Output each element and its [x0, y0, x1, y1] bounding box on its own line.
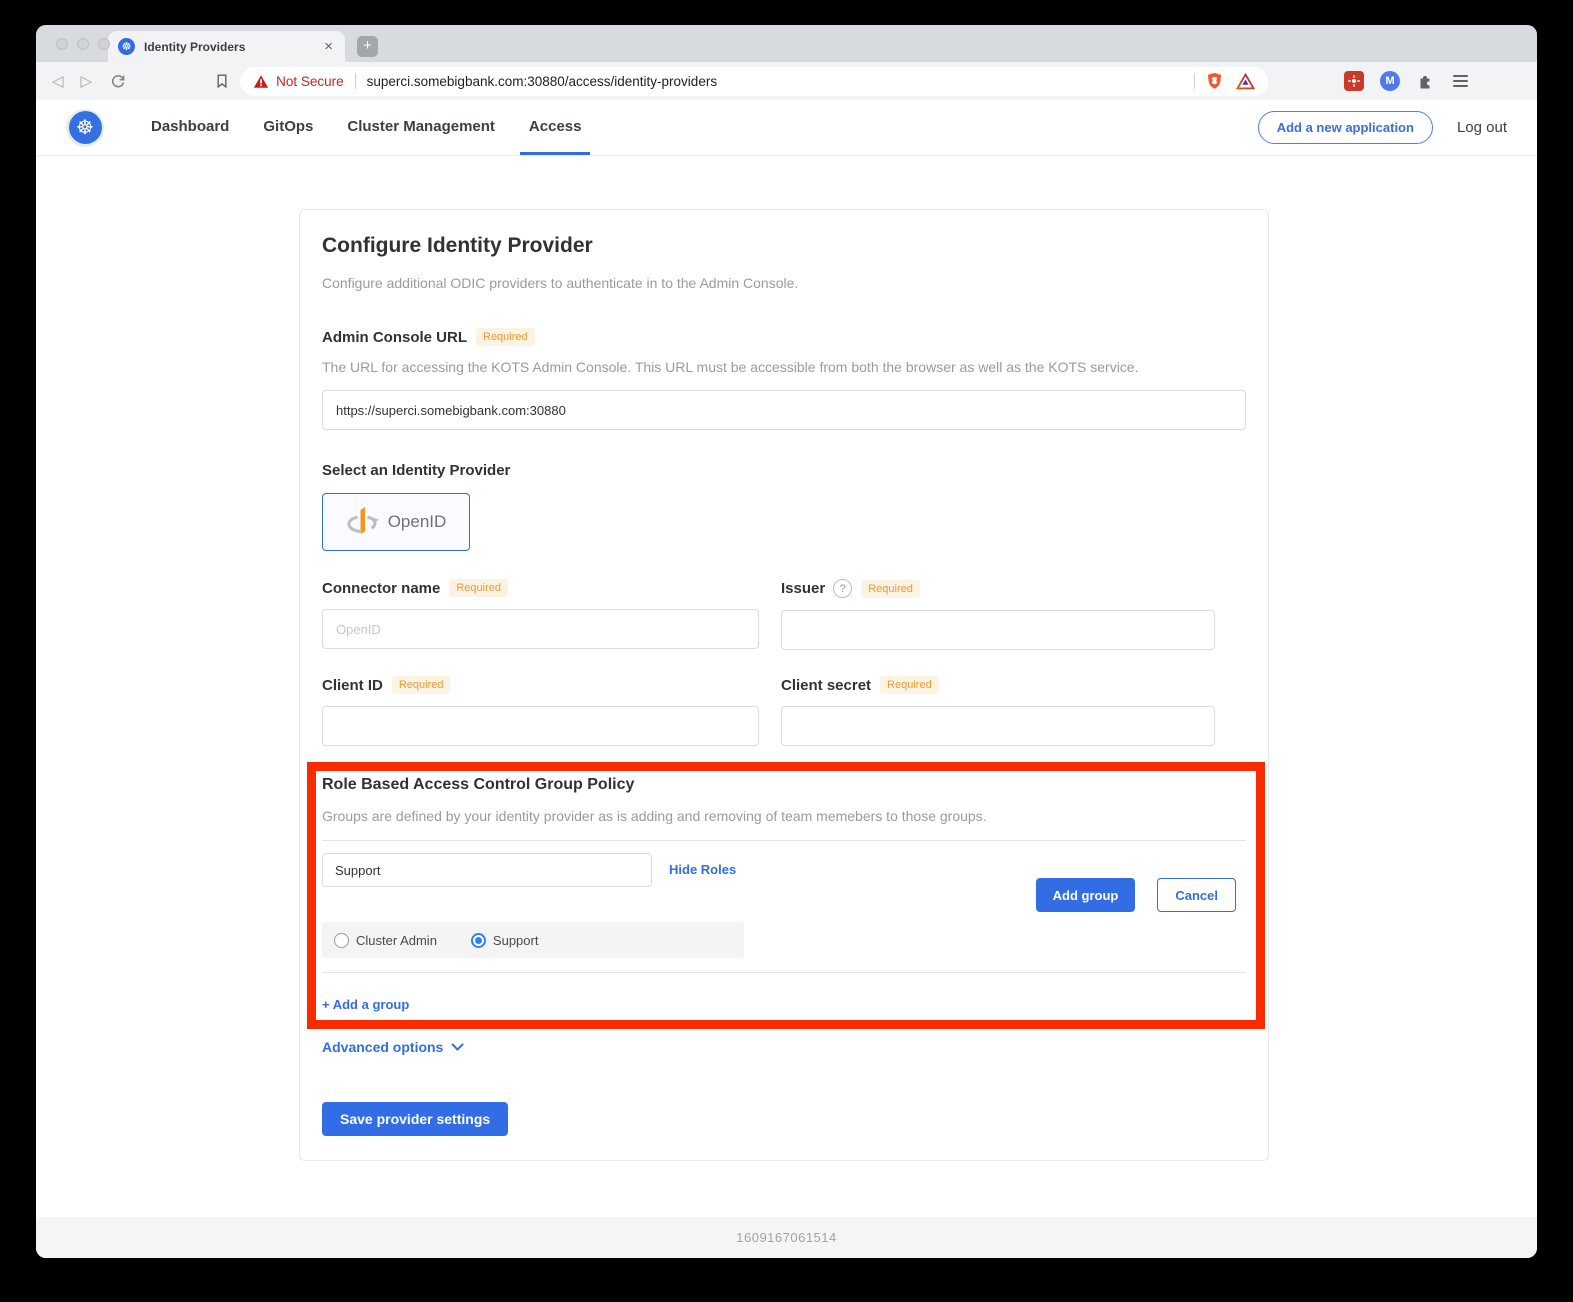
- kubernetes-logo-icon: ☸: [66, 109, 104, 147]
- url-bar[interactable]: Not Secure superci.somebigbank.com:30880…: [240, 67, 1268, 96]
- log-out-link[interactable]: Log out: [1457, 119, 1507, 136]
- role-label: Cluster Admin: [356, 933, 437, 948]
- nav-item-cluster-management[interactable]: Cluster Management: [338, 100, 504, 155]
- save-provider-settings-button[interactable]: Save provider settings: [322, 1102, 508, 1136]
- role-option-cluster-admin[interactable]: Cluster Admin: [334, 933, 437, 948]
- app-nav: Dashboard GitOps Cluster Management Acce…: [142, 100, 590, 155]
- admin-console-url-help: The URL for accessing the KOTS Admin Con…: [322, 358, 1246, 376]
- tab-strip: ☸ Identity Providers × +: [36, 25, 1537, 62]
- add-new-application-button[interactable]: Add a new application: [1258, 111, 1433, 144]
- connector-name-input[interactable]: [322, 609, 759, 649]
- radio-unchecked-icon[interactable]: [334, 933, 349, 948]
- url-separator: [355, 73, 356, 89]
- role-option-support[interactable]: Support: [471, 933, 539, 948]
- radio-checked-icon[interactable]: [471, 933, 486, 948]
- add-group-button[interactable]: Add group: [1036, 878, 1136, 912]
- group-name-input[interactable]: [322, 853, 652, 887]
- browser-toolbar: ◁ ▷ Not Secure superci.somebigbank.com:3…: [36, 62, 1537, 100]
- chevron-down-icon[interactable]: [451, 1038, 464, 1056]
- browser-tab[interactable]: ☸ Identity Providers ×: [108, 31, 345, 62]
- rbac-title: Role Based Access Control Group Policy: [322, 776, 1246, 794]
- close-tab-icon[interactable]: ×: [322, 37, 335, 56]
- not-secure-warning-icon: [253, 74, 269, 89]
- client-id-input[interactable]: [322, 706, 759, 746]
- extension-icon-m[interactable]: M: [1380, 71, 1400, 91]
- page-footer: 1609167061514: [36, 1217, 1537, 1258]
- openid-logo-icon: [346, 505, 380, 540]
- required-badge: Required: [476, 328, 535, 346]
- back-icon[interactable]: ◁: [52, 74, 64, 89]
- client-id-label: Client ID: [322, 677, 383, 694]
- browser-menu-icon[interactable]: [1453, 75, 1468, 87]
- footer-timestamp: 1609167061514: [736, 1230, 837, 1245]
- page-title: Configure Identity Provider: [322, 234, 1246, 258]
- url-separator-right: [1194, 73, 1195, 89]
- client-secret-label: Client secret: [781, 677, 871, 694]
- divider: [322, 972, 1246, 973]
- forward-icon[interactable]: ▷: [81, 74, 93, 89]
- identity-provider-card: Configure Identity Provider Configure ad…: [299, 209, 1269, 1161]
- client-id-field: Client ID Required: [322, 676, 759, 746]
- issuer-input[interactable]: [781, 610, 1215, 650]
- reload-icon[interactable]: [110, 73, 126, 89]
- openid-provider-tile[interactable]: OpenID: [322, 493, 470, 551]
- role-label: Support: [493, 933, 539, 948]
- extension-icon-red[interactable]: [1344, 71, 1364, 91]
- required-badge: Required: [449, 579, 508, 597]
- client-secret-field: Client secret Required: [781, 676, 1215, 746]
- admin-console-url-label: Admin Console URL: [322, 329, 467, 346]
- select-provider-label: Select an Identity Provider: [322, 462, 1246, 479]
- hide-roles-link[interactable]: Hide Roles: [669, 862, 736, 877]
- issuer-field: Issuer ? Required: [781, 579, 1215, 650]
- required-badge: Required: [861, 580, 920, 598]
- window-controls: [56, 38, 110, 50]
- issuer-help-icon[interactable]: ?: [833, 579, 852, 598]
- new-tab-button[interactable]: +: [357, 36, 378, 57]
- required-badge: Required: [392, 676, 451, 694]
- roles-radio-panel: Cluster Admin Support: [322, 922, 744, 958]
- kubernetes-favicon-icon: ☸: [118, 38, 135, 55]
- add-a-group-link[interactable]: + Add a group: [322, 997, 409, 1012]
- browser-window: ☸ Identity Providers × + ◁ ▷ Not Secure …: [36, 25, 1537, 1258]
- connector-name-field: Connector name Required: [322, 579, 759, 650]
- page-content: Configure Identity Provider Configure ad…: [36, 156, 1537, 1217]
- nav-item-gitops[interactable]: GitOps: [254, 100, 322, 155]
- nav-item-access[interactable]: Access: [520, 100, 591, 155]
- rbac-description: Groups are defined by your identity prov…: [322, 808, 1246, 824]
- admin-console-url-input[interactable]: [322, 390, 1246, 430]
- connector-name-label: Connector name: [322, 580, 440, 597]
- advanced-options-link[interactable]: Advanced options: [322, 1039, 443, 1055]
- url-text: superci.somebigbank.com:30880/access/ide…: [367, 74, 717, 89]
- traffic-light-zoom-button[interactable]: [98, 38, 110, 50]
- extensions-puzzle-icon[interactable]: [1416, 72, 1434, 90]
- bat-rewards-icon[interactable]: [1236, 73, 1255, 90]
- required-badge: Required: [880, 676, 939, 694]
- traffic-light-minimize-button[interactable]: [77, 38, 89, 50]
- bookmark-icon[interactable]: [214, 73, 230, 89]
- issuer-label: Issuer: [781, 580, 825, 597]
- client-secret-input[interactable]: [781, 706, 1215, 746]
- traffic-light-close-button[interactable]: [56, 38, 68, 50]
- nav-item-dashboard[interactable]: Dashboard: [142, 100, 238, 155]
- not-secure-label: Not Secure: [276, 74, 344, 89]
- page-subtitle: Configure additional ODIC providers to a…: [322, 274, 1246, 292]
- rbac-section: Role Based Access Control Group Policy G…: [322, 776, 1246, 1014]
- brave-shield-icon[interactable]: [1206, 72, 1223, 90]
- tab-title: Identity Providers: [144, 40, 322, 54]
- openid-provider-label: OpenID: [388, 512, 447, 532]
- app-header: ☸ Dashboard GitOps Cluster Management Ac…: [36, 100, 1537, 156]
- divider: [322, 840, 1246, 841]
- cancel-button[interactable]: Cancel: [1157, 878, 1236, 912]
